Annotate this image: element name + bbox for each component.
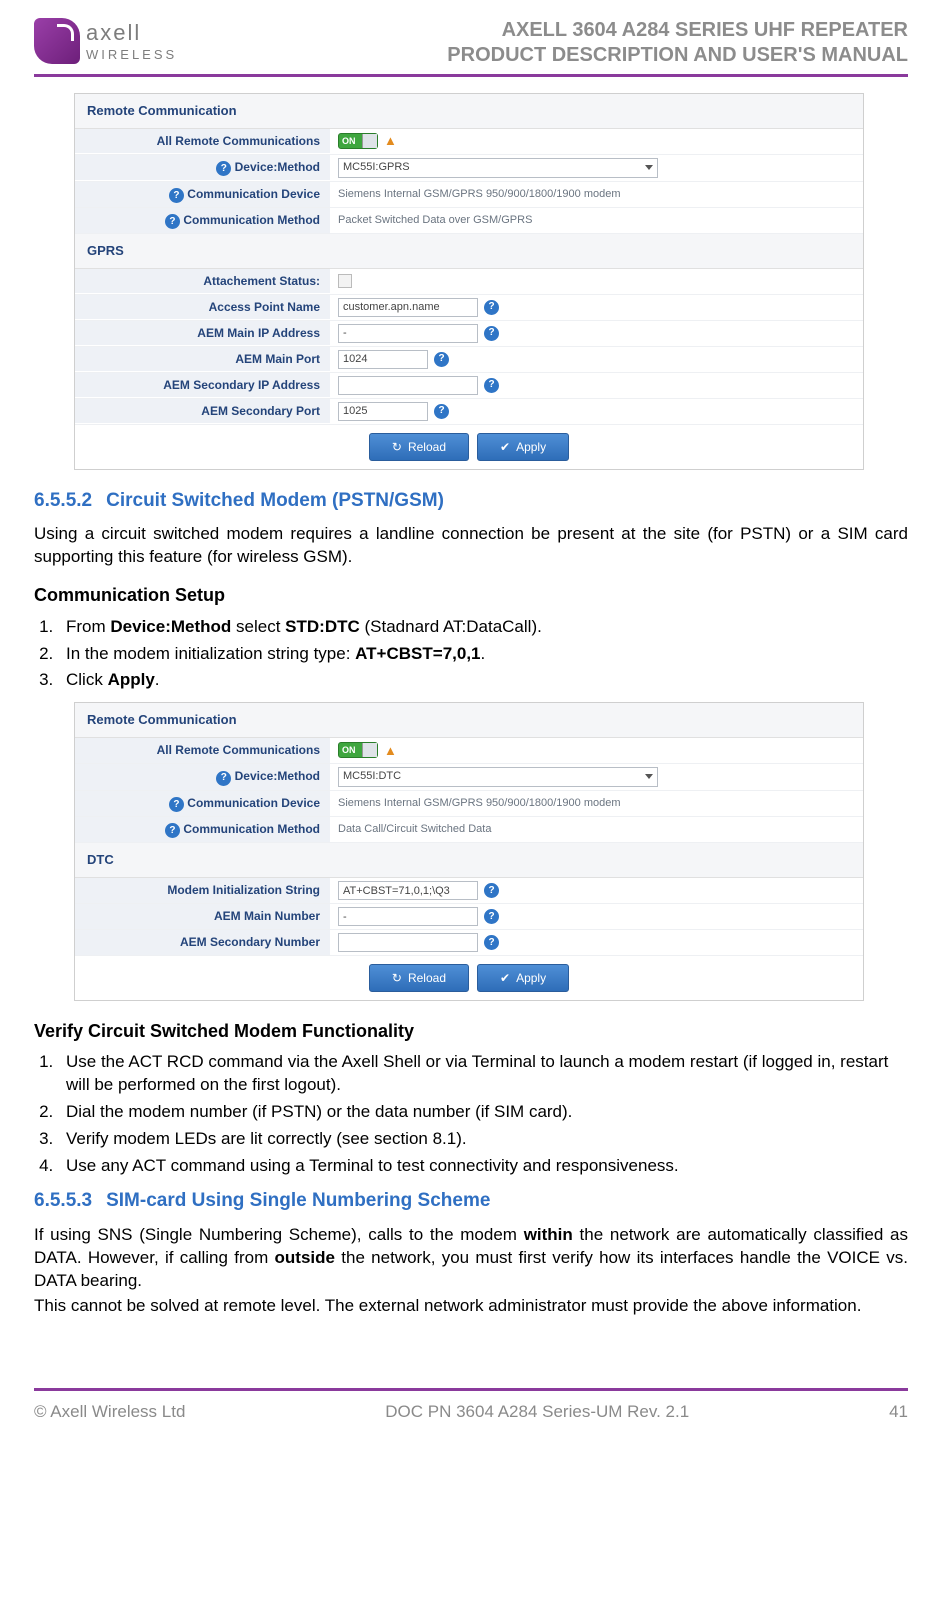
reload-button[interactable]: ↻Reload: [369, 964, 469, 992]
footer-doc-id: DOC PN 3604 A284 Series-UM Rev. 2.1: [385, 1401, 689, 1424]
apply-button[interactable]: ✔Apply: [477, 433, 569, 461]
label-attach-status: Attachement Status:: [75, 269, 330, 293]
input-sec-ip[interactable]: [338, 376, 478, 395]
value-comm-device: Siemens Internal GSM/GPRS 950/900/1800/1…: [330, 184, 863, 205]
comm-setup-steps: From Device:Method select STD:DTC (Stadn…: [58, 616, 908, 693]
document-title: AXELL 3604 A284 SERIES UHF REPEATER PROD…: [447, 18, 908, 68]
section-para: If using SNS (Single Numbering Scheme), …: [34, 1224, 908, 1293]
select-device-method[interactable]: MC55I:GPRS: [338, 158, 658, 178]
help-icon[interactable]: ?: [165, 823, 180, 838]
footer-copyright: © Axell Wireless Ltd: [34, 1401, 185, 1424]
label-all-remote: All Remote Communications: [75, 738, 330, 762]
label-init-string: Modem Initialization String: [75, 878, 330, 902]
help-icon[interactable]: ?: [434, 352, 449, 367]
section-intro: Using a circuit switched modem requires …: [34, 523, 908, 569]
list-item: Dial the modem number (if PSTN) or the d…: [58, 1101, 908, 1124]
panel-title-remote: Remote Communication: [75, 703, 863, 738]
toggle-remote-comm[interactable]: ON: [338, 742, 378, 758]
check-icon: ✔: [500, 970, 510, 986]
page-footer: © Axell Wireless Ltd DOC PN 3604 A284 Se…: [34, 1388, 908, 1444]
panel-title-remote: Remote Communication: [75, 94, 863, 129]
subsection-verify: Verify Circuit Switched Modem Functional…: [34, 1019, 908, 1043]
logo-text-top: axell: [86, 18, 177, 48]
input-sec-port[interactable]: [338, 402, 428, 421]
label-sec-number: AEM Secondary Number: [75, 930, 330, 954]
logo: axell WIRELESS: [34, 18, 177, 64]
select-device-method[interactable]: MC55I:DTC: [338, 767, 658, 787]
label-main-ip: AEM Main IP Address: [75, 321, 330, 345]
list-item: In the modem initialization string type:…: [58, 643, 908, 666]
help-icon[interactable]: ?: [484, 935, 499, 950]
toggle-remote-comm[interactable]: ON: [338, 133, 378, 149]
label-sec-port: AEM Secondary Port: [75, 399, 330, 423]
label-apn: Access Point Name: [75, 295, 330, 319]
list-item: Use the ACT RCD command via the Axell Sh…: [58, 1051, 908, 1097]
checkbox-attach[interactable]: [338, 274, 352, 288]
panel-title-gprs: GPRS: [75, 234, 863, 269]
verify-steps: Use the ACT RCD command via the Axell Sh…: [58, 1051, 908, 1178]
warning-icon: ▲: [384, 742, 397, 760]
list-item: From Device:Method select STD:DTC (Stadn…: [58, 616, 908, 639]
list-item: Click Apply.: [58, 669, 908, 692]
value-comm-device: Siemens Internal GSM/GPRS 950/900/1800/1…: [330, 793, 863, 814]
input-main-ip[interactable]: [338, 324, 478, 343]
label-main-number: AEM Main Number: [75, 904, 330, 928]
help-icon[interactable]: ?: [434, 404, 449, 419]
input-sec-number[interactable]: [338, 933, 478, 952]
section-heading-6553: 6.5.5.3SIM-card Using Single Numbering S…: [34, 1188, 908, 1214]
section-heading-6552: 6.5.5.2Circuit Switched Modem (PSTN/GSM): [34, 488, 908, 514]
panel-title-dtc: DTC: [75, 843, 863, 878]
input-init-string[interactable]: [338, 881, 478, 900]
warning-icon: ▲: [384, 132, 397, 150]
screenshot-dtc-config: Remote Communication All Remote Communic…: [74, 702, 864, 1001]
help-icon[interactable]: ?: [216, 771, 231, 786]
logo-mark-icon: [34, 18, 80, 64]
help-icon[interactable]: ?: [484, 883, 499, 898]
help-icon[interactable]: ?: [216, 161, 231, 176]
reload-button[interactable]: ↻Reload: [369, 433, 469, 461]
label-main-port: AEM Main Port: [75, 347, 330, 371]
help-icon[interactable]: ?: [165, 214, 180, 229]
label-all-remote: All Remote Communications: [75, 129, 330, 153]
help-icon[interactable]: ?: [169, 188, 184, 203]
page-header: axell WIRELESS AXELL 3604 A284 SERIES UH…: [34, 18, 908, 77]
reload-icon: ↻: [392, 970, 402, 986]
help-icon[interactable]: ?: [169, 797, 184, 812]
list-item: Verify modem LEDs are lit correctly (see…: [58, 1128, 908, 1151]
section-para: This cannot be solved at remote level. T…: [34, 1295, 908, 1318]
screenshot-gprs-config: Remote Communication All Remote Communic…: [74, 93, 864, 470]
input-apn[interactable]: [338, 298, 478, 317]
value-comm-method: Packet Switched Data over GSM/GPRS: [330, 210, 863, 231]
list-item: Use any ACT command using a Terminal to …: [58, 1155, 908, 1178]
help-icon[interactable]: ?: [484, 326, 499, 341]
logo-text-bottom: WIRELESS: [86, 46, 177, 64]
check-icon: ✔: [500, 439, 510, 455]
help-icon[interactable]: ?: [484, 378, 499, 393]
input-main-port[interactable]: [338, 350, 428, 369]
apply-button[interactable]: ✔Apply: [477, 964, 569, 992]
footer-page-number: 41: [889, 1401, 908, 1424]
value-comm-method: Data Call/Circuit Switched Data: [330, 819, 863, 840]
label-sec-ip: AEM Secondary IP Address: [75, 373, 330, 397]
subsection-comm-setup: Communication Setup: [34, 583, 908, 607]
input-main-number[interactable]: [338, 907, 478, 926]
reload-icon: ↻: [392, 439, 402, 455]
help-icon[interactable]: ?: [484, 300, 499, 315]
help-icon[interactable]: ?: [484, 909, 499, 924]
